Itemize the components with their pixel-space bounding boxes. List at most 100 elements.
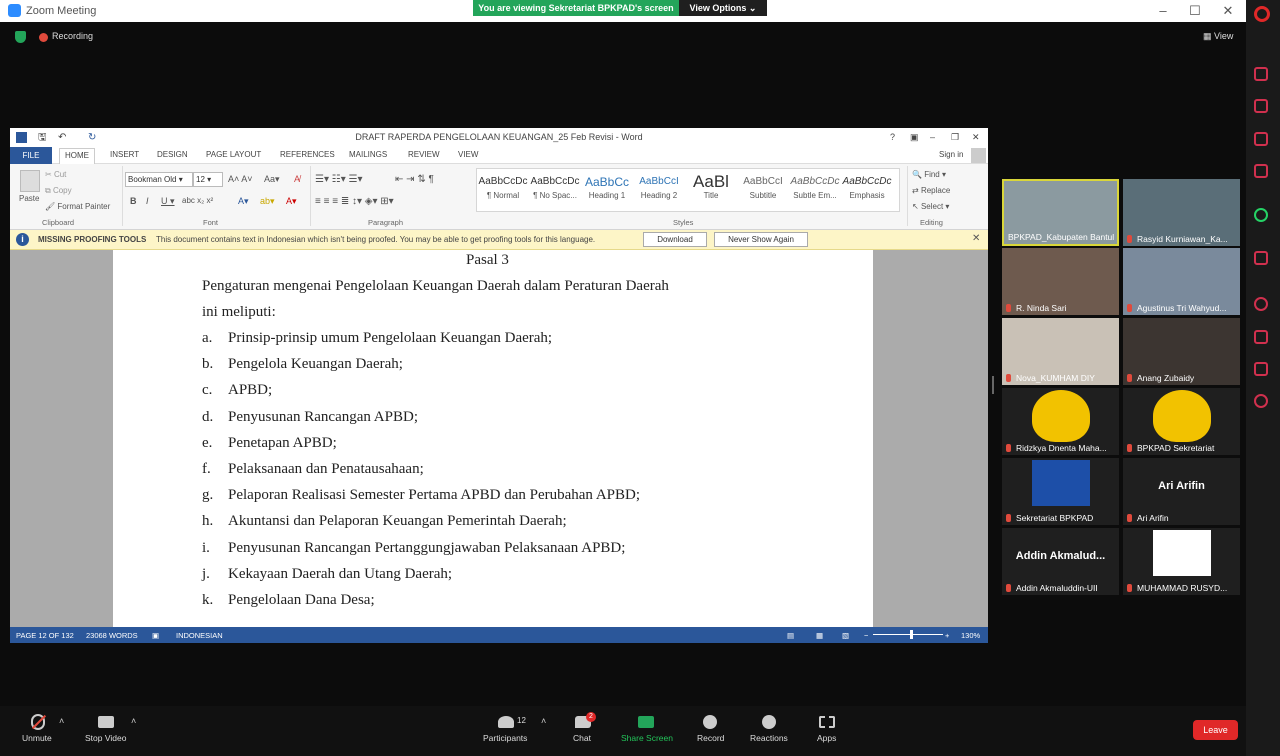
zoom-out-icon[interactable]: − <box>864 631 868 640</box>
ribbon-display-icon[interactable]: ▣ <box>910 128 919 147</box>
reactions-icon[interactable] <box>762 715 776 729</box>
word-minimize-icon[interactable]: – <box>930 128 935 147</box>
italic-button[interactable]: I <box>146 196 149 206</box>
save-icon[interactable]: 🖫 <box>38 128 47 147</box>
style-heading-2[interactable]: AaBbCcI Heading 2 <box>633 173 685 200</box>
video-tile[interactable]: Anang Zubaidy <box>1123 318 1240 385</box>
cube-icon[interactable] <box>1254 362 1268 376</box>
bullets-icon[interactable]: ☰▾ ☷▾ ☰▾ <box>315 174 363 185</box>
audio-options-chevron-icon[interactable]: ˄ <box>59 716 64 726</box>
tab-file[interactable]: FILE <box>10 147 52 164</box>
tab-design[interactable]: DESIGN <box>157 150 188 159</box>
video-tile[interactable]: R. Ninda Sari <box>1002 248 1119 315</box>
bag-icon[interactable] <box>1254 132 1268 146</box>
grow-font-icon[interactable]: A˄ A˅ <box>228 174 253 184</box>
replace-button[interactable]: ⇄ Replace <box>912 186 950 195</box>
video-tile[interactable]: Addin Akmalud... Addin Akmaluddin-UII <box>1002 528 1119 595</box>
video-tile[interactable]: Nova_KUMHAM DIY <box>1002 318 1119 385</box>
unmute-button[interactable]: Unmute <box>22 733 52 743</box>
reactions-button[interactable]: Reactions <box>750 733 788 743</box>
tab-review[interactable]: REVIEW <box>408 150 440 159</box>
video-tile[interactable]: MUHAMMAD RUSYD... <box>1123 528 1240 595</box>
view-options-button[interactable]: View Options ⌄ <box>679 0 767 16</box>
print-layout-icon[interactable]: ▦ <box>816 631 823 640</box>
download-button[interactable]: Download <box>643 232 707 247</box>
speed-icon[interactable] <box>1254 99 1268 113</box>
download-icon[interactable] <box>1254 330 1268 344</box>
stop-video-button[interactable]: Stop Video <box>85 733 126 743</box>
video-tile[interactable]: Ridzkya Dnenta Maha... <box>1002 388 1119 455</box>
camera-icon[interactable] <box>98 716 114 728</box>
zoom-in-icon[interactable]: + <box>945 631 949 640</box>
clear-formatting-icon[interactable]: A̸ <box>294 174 300 184</box>
close-icon[interactable]: ✕ <box>1218 3 1238 19</box>
style-emphasis[interactable]: AaBbCcDc Emphasis <box>841 173 893 200</box>
web-layout-icon[interactable]: ▧ <box>842 631 849 640</box>
tab-view[interactable]: VIEW <box>458 150 478 159</box>
font-name-select[interactable]: Bookman Old ▾ <box>125 172 193 187</box>
user-avatar[interactable] <box>971 148 986 163</box>
text-effects-icon[interactable]: A▾ <box>238 196 249 207</box>
style-subtle-emphasis[interactable]: AaBbCcDc Subtle Em... <box>789 173 841 200</box>
video-tile[interactable]: BPKPAD_Kabupaten Bantul <box>1002 179 1119 246</box>
share-screen-button[interactable]: Share Screen <box>621 733 673 743</box>
tab-references[interactable]: REFERENCES <box>280 150 335 159</box>
read-mode-icon[interactable]: ▤ <box>787 631 794 640</box>
sign-in-link[interactable]: Sign in <box>939 150 963 159</box>
highlight-icon[interactable]: ab▾ <box>260 196 275 207</box>
mic-muted-icon[interactable] <box>31 714 47 730</box>
chat-button[interactable]: Chat <box>573 733 591 743</box>
redo-icon[interactable]: ↻ <box>88 128 96 147</box>
whatsapp-icon[interactable] <box>1254 208 1268 222</box>
maximize-icon[interactable]: ☐ <box>1185 3 1205 19</box>
page-count[interactable]: PAGE 12 OF 132 <box>16 631 74 640</box>
participants-chevron-icon[interactable]: ˄ <box>541 716 546 726</box>
style-heading-1[interactable]: AaBbCc Heading 1 <box>581 173 633 200</box>
undo-icon[interactable]: ↶ <box>58 128 66 147</box>
help-icon[interactable]: ? <box>890 128 895 147</box>
cut-button[interactable]: ✂ Cut <box>45 170 66 179</box>
video-options-chevron-icon[interactable]: ˄ <box>131 716 136 726</box>
message-close-icon[interactable]: ✕ <box>972 233 980 244</box>
proofing-icon[interactable]: ▣ <box>152 631 159 640</box>
video-tile[interactable]: BPKPAD Sekretariat <box>1123 388 1240 455</box>
font-color-icon[interactable]: A▾ <box>286 196 297 207</box>
tab-home[interactable]: HOME <box>59 148 95 164</box>
find-button[interactable]: 🔍 Find ▾ <box>912 170 946 179</box>
record-icon[interactable] <box>703 715 717 729</box>
paste-button[interactable]: Paste <box>19 194 39 203</box>
font-size-select[interactable]: 12 ▾ <box>193 172 223 187</box>
security-shield-icon[interactable] <box>15 31 26 43</box>
apps-icon[interactable] <box>819 716 835 728</box>
opera-logo-icon[interactable] <box>1254 6 1270 22</box>
indent-icon[interactable]: ⇤ ⇥ ⇅ ¶ <box>395 174 434 185</box>
twitch-icon[interactable] <box>1254 164 1268 178</box>
word-restore-icon[interactable]: ❐ <box>951 128 959 147</box>
player-icon[interactable] <box>1254 251 1268 265</box>
record-button[interactable]: Record <box>697 733 724 743</box>
video-tile[interactable]: Sekretariat BPKPAD <box>1002 458 1119 525</box>
clipboard-icon[interactable] <box>20 170 40 192</box>
style-subtitle[interactable]: AaBbCcI Subtitle <box>737 173 789 200</box>
video-tile[interactable]: Ari Arifin Ari Arifin <box>1123 458 1240 525</box>
minimize-icon[interactable]: – <box>1153 3 1173 18</box>
settings-icon[interactable] <box>1254 394 1268 408</box>
tab-mailings[interactable]: MAILINGS <box>349 150 387 159</box>
underline-button[interactable]: U ▾ <box>161 196 175 207</box>
align-icons[interactable]: ≡ ≡ ≡ ≣ ↕▾ ◈▾ ⊞▾ <box>315 196 394 207</box>
zoom-percent[interactable]: 130% <box>961 631 980 640</box>
word-close-icon[interactable]: ✕ <box>972 128 980 147</box>
strikethrough-button[interactable]: abc x₂ x² <box>182 196 213 205</box>
participants-button[interactable]: Participants <box>483 733 527 743</box>
word-count[interactable]: 23068 WORDS <box>86 631 138 640</box>
language-indicator[interactable]: INDONESIAN <box>176 631 223 640</box>
splitter-handle[interactable] <box>992 376 994 394</box>
change-case-icon[interactable]: Aa▾ <box>264 174 280 185</box>
style-no-spacing[interactable]: AaBbCcDc ¶ No Spac... <box>529 173 581 200</box>
zoom-slider[interactable] <box>873 634 943 635</box>
bold-button[interactable]: B <box>130 196 137 206</box>
video-tile[interactable]: Rasyid Kurniawan_Ka... <box>1123 179 1240 246</box>
document-page[interactable]: Pasal 3 Pengaturan mengenai Pengelolaan … <box>113 250 873 627</box>
participants-icon[interactable] <box>498 716 514 728</box>
apps-button[interactable]: Apps <box>817 733 836 743</box>
